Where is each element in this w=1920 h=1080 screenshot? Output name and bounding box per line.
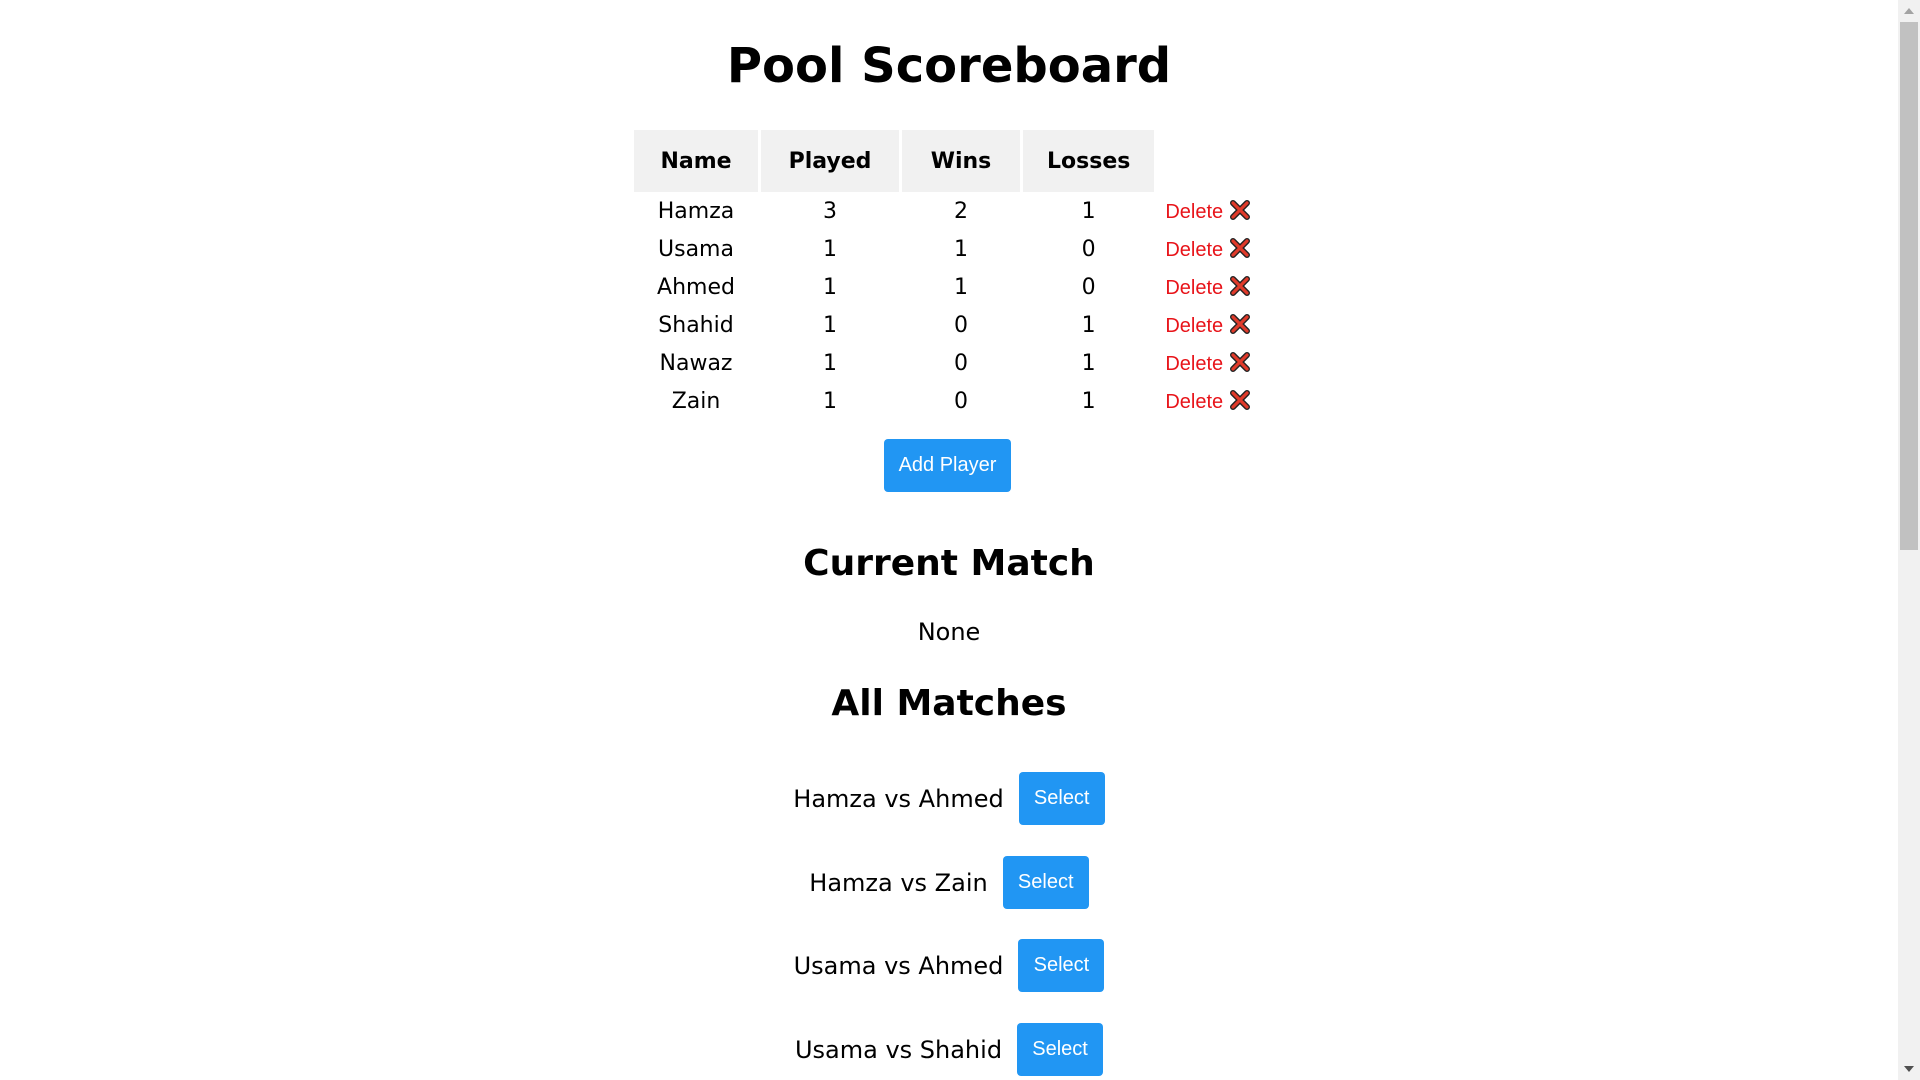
player-played: 1 — [823, 274, 837, 300]
player-played: 1 — [823, 350, 837, 376]
cross-mark-icon[interactable] — [1229, 237, 1251, 259]
table-row: Hamza 3 2 1 Delete — [634, 192, 1251, 230]
player-wins: 1 — [954, 236, 968, 262]
player-played: 3 — [823, 198, 837, 224]
delete-button[interactable]: Delete — [1165, 391, 1223, 413]
cross-mark-icon[interactable] — [1229, 313, 1251, 335]
row-actions: Delete — [1157, 192, 1251, 230]
player-wins: 0 — [954, 350, 968, 376]
match-label: Usama vs Shahid — [794, 1035, 1003, 1064]
cross-mark-icon[interactable] — [1229, 351, 1251, 373]
cross-mark-icon[interactable] — [1229, 389, 1251, 411]
delete-button[interactable]: Delete — [1165, 315, 1223, 337]
select-match-button[interactable]: Select — [1018, 939, 1105, 992]
column-header-played: Played — [761, 130, 899, 192]
player-wins: 1 — [954, 274, 968, 300]
row-actions: Delete — [1157, 306, 1251, 344]
select-match-button[interactable]: Select — [1002, 856, 1089, 909]
player-wins: 0 — [954, 312, 968, 338]
player-played: 1 — [823, 388, 837, 414]
scrollbar-thumb[interactable] — [1900, 22, 1918, 550]
player-wins: 0 — [954, 388, 968, 414]
scroll-down-arrow-icon[interactable] — [1904, 1066, 1914, 1072]
player-played: 1 — [823, 236, 837, 262]
delete-button[interactable]: Delete — [1165, 353, 1223, 375]
column-header-losses: Losses — [1023, 130, 1155, 192]
cross-mark-icon[interactable] — [1229, 199, 1251, 221]
player-wins: 2 — [954, 198, 968, 224]
vertical-scrollbar[interactable] — [1898, 0, 1920, 1080]
table-header-row: Name Played Wins Losses — [634, 130, 1251, 192]
player-losses: 1 — [1081, 198, 1096, 224]
match-item: Hamza vs Ahmed Select — [0, 772, 1898, 825]
page: Pool Scoreboard Name Played Wins Losses … — [0, 0, 1898, 1080]
player-played: 1 — [823, 312, 837, 338]
player-name: Nawaz — [659, 350, 733, 376]
table-row: Shahid 1 0 1 Delete — [634, 306, 1251, 344]
row-actions: Delete — [1157, 268, 1251, 306]
column-header-name: Name — [634, 130, 758, 192]
row-actions: Delete — [1157, 344, 1251, 382]
add-player-button[interactable]: Add Player — [884, 439, 1011, 492]
row-actions: Delete — [1157, 230, 1251, 268]
delete-button[interactable]: Delete — [1165, 239, 1223, 261]
player-losses: 1 — [1081, 350, 1096, 376]
player-losses: 1 — [1081, 312, 1096, 338]
page-title: Pool Scoreboard — [726, 38, 1172, 94]
current-match-heading: Current Match — [803, 543, 1095, 584]
row-actions: Delete — [1157, 382, 1251, 420]
player-name: Usama — [658, 236, 734, 262]
match-item: Usama vs Ahmed Select — [0, 939, 1898, 992]
player-name: Hamza — [657, 198, 735, 224]
player-losses: 1 — [1081, 388, 1096, 414]
match-label: Hamza vs Zain — [809, 868, 988, 897]
table-row: Ahmed 1 1 0 Delete — [634, 268, 1251, 306]
match-label: Usama vs Ahmed — [793, 951, 1004, 980]
match-item: Hamza vs Zain Select — [0, 856, 1898, 909]
scoreboard-table: Name Played Wins Losses Hamza 3 2 1 Delete Us… — [631, 130, 1254, 420]
delete-button[interactable]: Delete — [1165, 277, 1223, 299]
scroll-up-arrow-icon[interactable] — [1904, 8, 1914, 14]
select-match-button[interactable]: Select — [1018, 772, 1105, 825]
match-label: Hamza vs Ahmed — [793, 784, 1004, 813]
delete-button[interactable]: Delete — [1165, 201, 1223, 223]
all-matches-heading: All Matches — [831, 683, 1067, 724]
player-losses: 0 — [1081, 236, 1096, 262]
player-name: Zain — [671, 388, 721, 414]
select-match-button[interactable]: Select — [1017, 1023, 1104, 1076]
table-row: Nawaz 1 0 1 Delete — [634, 344, 1251, 382]
table-row: Zain 1 0 1 Delete — [634, 382, 1251, 420]
player-losses: 0 — [1081, 274, 1096, 300]
current-match-value: None — [917, 618, 981, 646]
match-item: Usama vs Shahid Select — [0, 1023, 1898, 1076]
cross-mark-icon[interactable] — [1229, 275, 1251, 297]
player-name: Shahid — [658, 312, 734, 338]
player-name: Ahmed — [657, 274, 735, 300]
column-header-wins: Wins — [902, 130, 1020, 192]
table-row: Usama 1 1 0 Delete — [634, 230, 1251, 268]
